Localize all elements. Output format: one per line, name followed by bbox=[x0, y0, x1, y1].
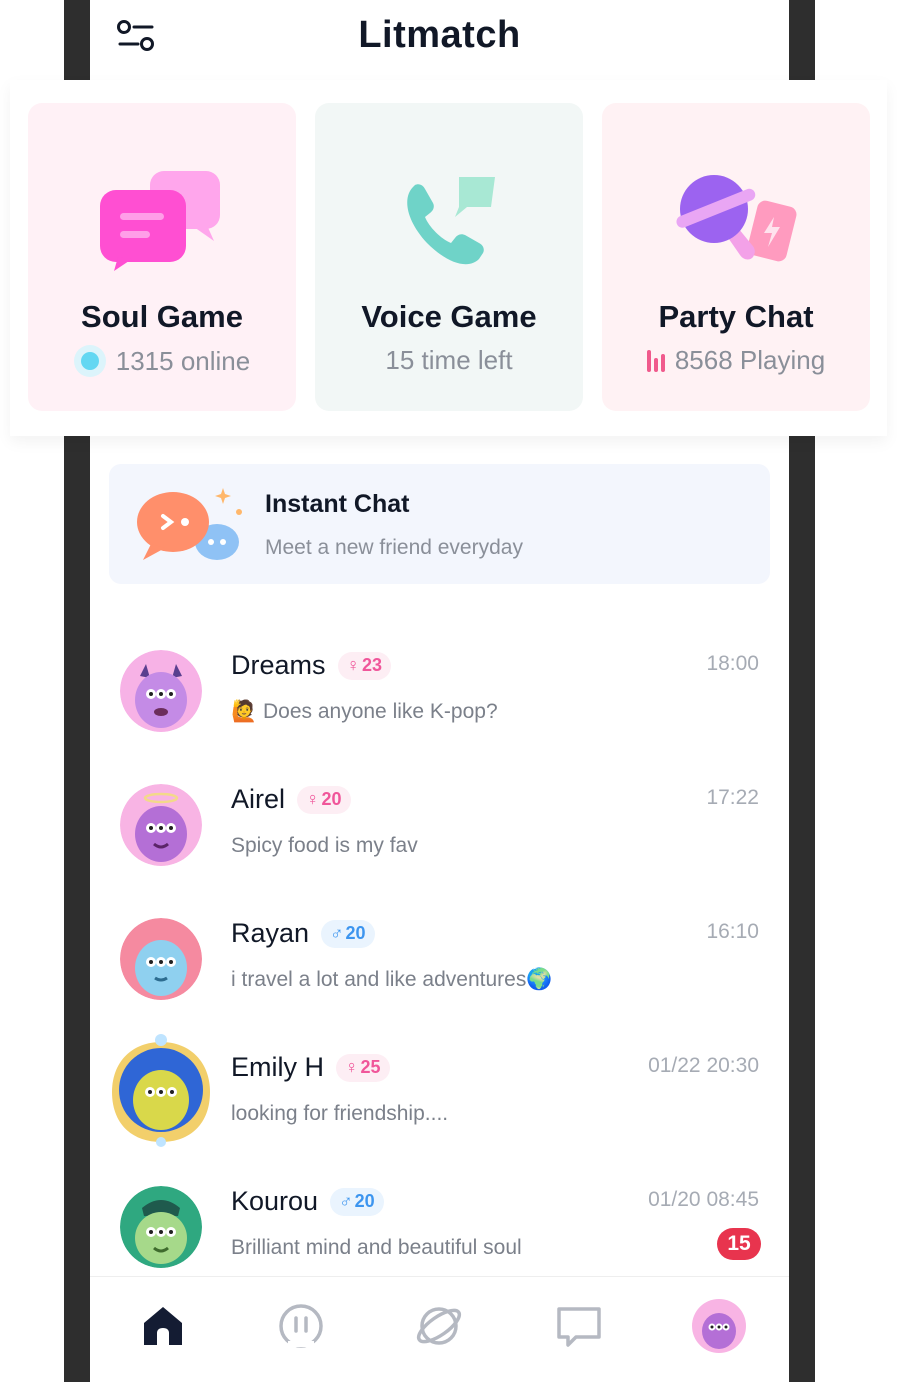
chat-time: 16:10 bbox=[706, 920, 759, 943]
chat-item-rayan[interactable]: Rayan ♂ 20 16:10 i travel a lot and like … bbox=[90, 908, 789, 1042]
unread-count-badge: 15 bbox=[717, 1228, 761, 1260]
instant-chat-title: Instant Chat bbox=[265, 490, 410, 518]
chat-name: Kourou ♂ 20 bbox=[231, 1186, 384, 1217]
chat-last-message: i travel a lot and like adventures🌍 bbox=[231, 968, 553, 991]
gender-age-badge: ♀ 25 bbox=[336, 1053, 390, 1082]
profile-avatar-icon[interactable] bbox=[692, 1299, 746, 1353]
voice-game-card[interactable]: Voice Game 15 time left bbox=[315, 103, 583, 411]
equalizer-icon bbox=[646, 349, 665, 372]
app-header: Litmatch bbox=[90, 0, 789, 78]
chat-item-dreams[interactable]: Dreams ♀ 23 18:00 🙋 Does anyone like K-po… bbox=[90, 640, 789, 774]
playing-count: 8568 Playing bbox=[674, 345, 826, 375]
male-icon: ♂ bbox=[339, 1191, 353, 1211]
female-icon: ♀ bbox=[346, 655, 361, 675]
message-icon[interactable] bbox=[554, 1301, 604, 1351]
app-title: Litmatch bbox=[358, 14, 521, 56]
instant-chat-icon bbox=[137, 488, 242, 560]
card-subtitle: 1315 online bbox=[28, 345, 296, 377]
female-icon: ♀ bbox=[306, 789, 320, 809]
online-count: 1315 online bbox=[115, 345, 251, 376]
gender-age-badge: ♂ 20 bbox=[321, 919, 375, 948]
bottom-nav bbox=[90, 1276, 789, 1382]
chat-time: 17:22 bbox=[706, 786, 759, 809]
chat-time: 01/22 20:30 bbox=[648, 1054, 759, 1077]
male-icon: ♂ bbox=[330, 923, 344, 943]
avatar bbox=[120, 1186, 202, 1268]
gender-age-badge: ♂ 20 bbox=[330, 1187, 384, 1216]
chat-last-message: Brilliant mind and beautiful soul bbox=[231, 1236, 522, 1259]
avatar bbox=[120, 784, 202, 866]
instant-chat-subtitle: Meet a new friend everyday bbox=[265, 536, 523, 559]
gender-age-badge: ♀ 20 bbox=[297, 785, 351, 814]
card-title: Party Chat bbox=[658, 299, 814, 334]
card-title: Soul Game bbox=[81, 299, 243, 334]
chat-item-airel[interactable]: Airel ♀ 20 17:22 Spicy food is my fav bbox=[90, 774, 789, 908]
online-status-icon bbox=[73, 345, 106, 377]
chat-bubbles-icon bbox=[100, 171, 220, 271]
chat-last-message: Spicy food is my fav bbox=[231, 834, 418, 857]
time-left: 15 time left bbox=[385, 345, 513, 375]
party-chat-card[interactable]: Party Chat 8568 Playing bbox=[602, 103, 870, 411]
card-title: Voice Game bbox=[361, 299, 537, 334]
chat-last-message: looking for friendship.... bbox=[231, 1102, 449, 1125]
female-icon: ♀ bbox=[345, 1057, 359, 1077]
avatar bbox=[120, 650, 202, 732]
chat-name: Emily H ♀ 25 bbox=[231, 1052, 390, 1083]
soul-game-card[interactable]: Soul Game 1315 online bbox=[28, 103, 296, 411]
chat-name: Airel ♀ 20 bbox=[231, 784, 351, 815]
avatar bbox=[112, 1034, 210, 1147]
instant-chat-banner[interactable]: Instant Chat Meet a new friend everyday bbox=[109, 464, 770, 584]
chat-item-emily-h[interactable]: Emily H ♀ 25 01/22 20:30 looking for frie… bbox=[90, 1034, 789, 1176]
chat-time: 18:00 bbox=[706, 652, 759, 675]
chat-name: Dreams ♀ 23 bbox=[231, 650, 392, 681]
voice-icon[interactable] bbox=[276, 1301, 326, 1351]
card-subtitle: 15 time left bbox=[315, 345, 583, 376]
chat-time: 01/20 08:45 bbox=[648, 1188, 759, 1211]
avatar bbox=[120, 918, 202, 1000]
card-subtitle: 8568 Playing bbox=[602, 345, 870, 376]
chat-name: Rayan ♂ 20 bbox=[231, 918, 375, 949]
home-icon[interactable] bbox=[138, 1301, 188, 1351]
gender-age-badge: ♀ 23 bbox=[337, 651, 392, 680]
chat-last-message: 🙋 Does anyone like K-pop? bbox=[231, 700, 498, 723]
microphone-icon bbox=[676, 175, 797, 262]
phone-icon bbox=[407, 177, 495, 265]
planet-icon[interactable] bbox=[414, 1301, 464, 1351]
